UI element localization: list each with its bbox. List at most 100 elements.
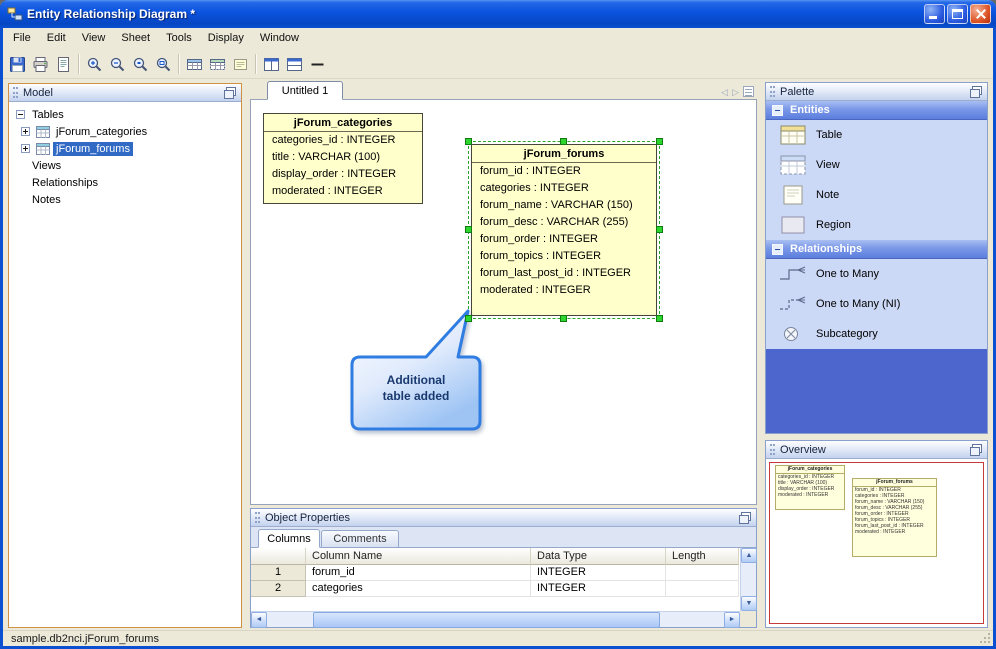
tree-item-relationships[interactable]: Relationships [9, 174, 241, 191]
split-vertical-button[interactable] [283, 53, 306, 75]
tree-item-tables[interactable]: Tables [9, 106, 241, 123]
panel-grip-icon[interactable] [770, 444, 775, 455]
menu-window[interactable]: Window [252, 28, 307, 50]
collapse-section-icon[interactable] [772, 104, 783, 116]
draw-line-button[interactable] [306, 53, 329, 75]
print-button[interactable] [29, 53, 52, 75]
zoom-fit-button[interactable] [152, 53, 175, 75]
overview-body[interactable]: jForum_categories categories_id : INTEGE… [766, 459, 987, 627]
menu-view[interactable]: View [74, 28, 114, 50]
palette-header[interactable]: Palette [766, 83, 987, 101]
palette-section-entities[interactable]: Entities [766, 101, 987, 120]
print-preview-button[interactable] [52, 53, 75, 75]
scroll-left-icon[interactable]: ◄ [251, 611, 267, 628]
tab-untitled-1[interactable]: Untitled 1 [267, 81, 343, 100]
next-tab-icon[interactable]: ▷ [732, 87, 739, 97]
palette-item-note[interactable]: Note [766, 180, 987, 210]
selection-handle[interactable] [656, 315, 663, 322]
menu-edit[interactable]: Edit [39, 28, 74, 50]
entity-column[interactable]: forum_order : INTEGER [472, 231, 656, 248]
palette-item-one-to-many[interactable]: One to Many [766, 259, 987, 289]
menu-display[interactable]: Display [200, 28, 252, 50]
grid-row[interactable]: 2 categories INTEGER [251, 581, 740, 597]
entity-column[interactable]: forum_id : INTEGER [472, 163, 656, 180]
entity-jforum-forums[interactable]: jForum_forums forum_id : INTEGER categor… [465, 138, 663, 322]
add-table-button[interactable] [183, 53, 206, 75]
grid-row[interactable]: 1 forum_id INTEGER [251, 565, 740, 581]
scroll-right-icon[interactable]: ► [724, 611, 740, 628]
tree-item-views[interactable]: Views [9, 157, 241, 174]
tab-comments[interactable]: Comments [321, 530, 399, 547]
zoom-in-button[interactable] [83, 53, 106, 75]
cell-length[interactable] [666, 565, 739, 581]
callout-text[interactable]: Additional table added [352, 372, 480, 404]
entity-column[interactable]: categories : INTEGER [472, 180, 656, 197]
selection-handle[interactable] [465, 315, 472, 322]
palette-item-table[interactable]: Table [766, 120, 987, 150]
entity-column[interactable]: forum_desc : VARCHAR (255) [472, 214, 656, 231]
palette-section-relationships[interactable]: Relationships [766, 240, 987, 259]
scroll-down-icon[interactable]: ▼ [741, 596, 757, 611]
collapse-section-icon[interactable] [772, 243, 783, 255]
panel-grip-icon[interactable] [13, 87, 18, 98]
callout-balloon[interactable] [346, 305, 486, 435]
entity-column[interactable]: moderated : INTEGER [472, 282, 656, 299]
cell-data-type[interactable]: INTEGER [531, 581, 666, 597]
vertical-scrollbar[interactable]: ▲ ▼ [740, 548, 757, 611]
split-horizontal-button[interactable] [260, 53, 283, 75]
title-bar[interactable]: Entity Relationship Diagram * [0, 0, 996, 28]
entity-title[interactable]: jForum_forums [472, 145, 656, 163]
object-properties-float-button[interactable] [738, 511, 752, 524]
menu-tools[interactable]: Tools [158, 28, 200, 50]
palette-item-view[interactable]: View [766, 150, 987, 180]
overview-header[interactable]: Overview [766, 441, 987, 459]
save-button[interactable] [6, 53, 29, 75]
add-note-button[interactable] [229, 53, 252, 75]
cell-length[interactable] [666, 581, 739, 597]
add-view-button[interactable] [206, 53, 229, 75]
row-number[interactable]: 1 [251, 565, 306, 581]
panel-grip-icon[interactable] [770, 86, 775, 97]
cell-column-name[interactable]: forum_id [306, 565, 531, 581]
resize-grip-icon[interactable] [979, 632, 992, 645]
cell-data-type[interactable]: INTEGER [531, 565, 666, 581]
selection-handle[interactable] [560, 138, 567, 145]
expand-expander-icon[interactable] [21, 144, 30, 153]
tree-item-notes[interactable]: Notes [9, 191, 241, 208]
entity-jforum-categories[interactable]: jForum_categories categories_id : INTEGE… [263, 113, 423, 204]
sheet-list-icon[interactable] [743, 86, 754, 97]
overview-float-button[interactable] [969, 443, 983, 456]
selection-handle[interactable] [465, 138, 472, 145]
close-button[interactable] [970, 4, 991, 24]
maximize-button[interactable] [947, 4, 968, 24]
palette-item-region[interactable]: Region [766, 210, 987, 240]
collapse-expander-icon[interactable] [16, 110, 25, 119]
model-panel-float-button[interactable] [223, 86, 237, 99]
selection-handle[interactable] [656, 138, 663, 145]
selection-handle[interactable] [656, 226, 663, 233]
scroll-up-icon[interactable]: ▲ [741, 548, 757, 563]
selection-handle[interactable] [465, 226, 472, 233]
diagram-canvas[interactable]: jForum_categories categories_id : INTEGE… [250, 99, 757, 505]
palette-item-one-to-many-ni[interactable]: One to Many (NI) [766, 289, 987, 319]
entity-column[interactable]: display_order : INTEGER [264, 166, 422, 183]
zoom-out-button[interactable] [106, 53, 129, 75]
zoom-actual-size-button[interactable] [129, 53, 152, 75]
panel-grip-icon[interactable] [255, 512, 260, 523]
menu-sheet[interactable]: Sheet [113, 28, 158, 50]
row-number[interactable]: 2 [251, 581, 306, 597]
cell-column-name[interactable]: categories [306, 581, 531, 597]
entity-column[interactable]: forum_name : VARCHAR (150) [472, 197, 656, 214]
object-properties-header[interactable]: Object Properties [251, 509, 756, 527]
entity-column[interactable]: forum_last_post_id : INTEGER [472, 265, 656, 282]
entity-title[interactable]: jForum_categories [264, 114, 422, 132]
selection-handle[interactable] [560, 315, 567, 322]
model-panel-header[interactable]: Model [9, 84, 241, 102]
scrollbar-track[interactable] [267, 611, 724, 628]
entity-column[interactable]: forum_topics : INTEGER [472, 248, 656, 265]
entity-column[interactable]: title : VARCHAR (100) [264, 149, 422, 166]
tree-item-jforum-forums[interactable]: jForum_forums [9, 140, 241, 157]
palette-float-button[interactable] [969, 85, 983, 98]
entity-column[interactable]: moderated : INTEGER [264, 183, 422, 200]
menu-file[interactable]: File [5, 28, 39, 50]
